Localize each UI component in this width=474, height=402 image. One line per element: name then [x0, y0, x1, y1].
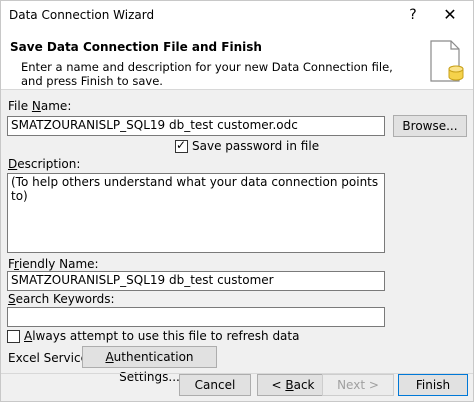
authentication-settings-button[interactable]: Authentication Settings...	[82, 346, 217, 384]
description-label: Description:	[8, 157, 81, 171]
page-description: Enter a name and description for your ne…	[21, 60, 393, 88]
cancel-button[interactable]: Cancel	[179, 374, 251, 396]
friendly-name-input[interactable]: SMATZOURANISLP_SQL19 db_test customer	[7, 271, 385, 291]
title-bar: Data Connection Wizard ? ✕	[1, 1, 473, 31]
next-button[interactable]: Next >	[322, 374, 394, 396]
close-icon[interactable]: ✕	[433, 4, 467, 26]
save-password-checkbox[interactable]: ✓	[175, 138, 188, 153]
data-connection-wizard-dialog: Data Connection Wizard ? ✕ Save Data Con…	[0, 0, 474, 402]
finish-button[interactable]: Finish	[398, 374, 468, 396]
help-icon[interactable]: ?	[403, 4, 423, 26]
window-title: Data Connection Wizard	[9, 8, 155, 22]
search-keywords-label: Search Keywords:	[8, 292, 115, 306]
document-database-icon	[430, 40, 464, 82]
always-refresh-checkbox[interactable]	[7, 330, 20, 343]
friendly-name-label: Friendly Name:	[8, 257, 99, 271]
save-password-label: Save password in file	[192, 139, 320, 153]
page-title: Save Data Connection File and Finish	[10, 40, 262, 54]
back-button[interactable]: < Back	[257, 374, 329, 396]
wizard-header: Save Data Connection File and Finish Ent…	[1, 31, 473, 90]
browse-button[interactable]: Browse...	[393, 115, 467, 137]
always-refresh-label: Always attempt to use this file to refre…	[24, 329, 300, 343]
search-keywords-input[interactable]	[7, 307, 385, 327]
file-name-input[interactable]: SMATZOURANISLP_SQL19 db_test customer.od…	[7, 116, 385, 136]
checkmark-icon: ✓	[176, 138, 187, 152]
description-textarea[interactable]: (To help others understand what your dat…	[7, 173, 385, 253]
file-name-label: File Name:	[8, 99, 72, 113]
